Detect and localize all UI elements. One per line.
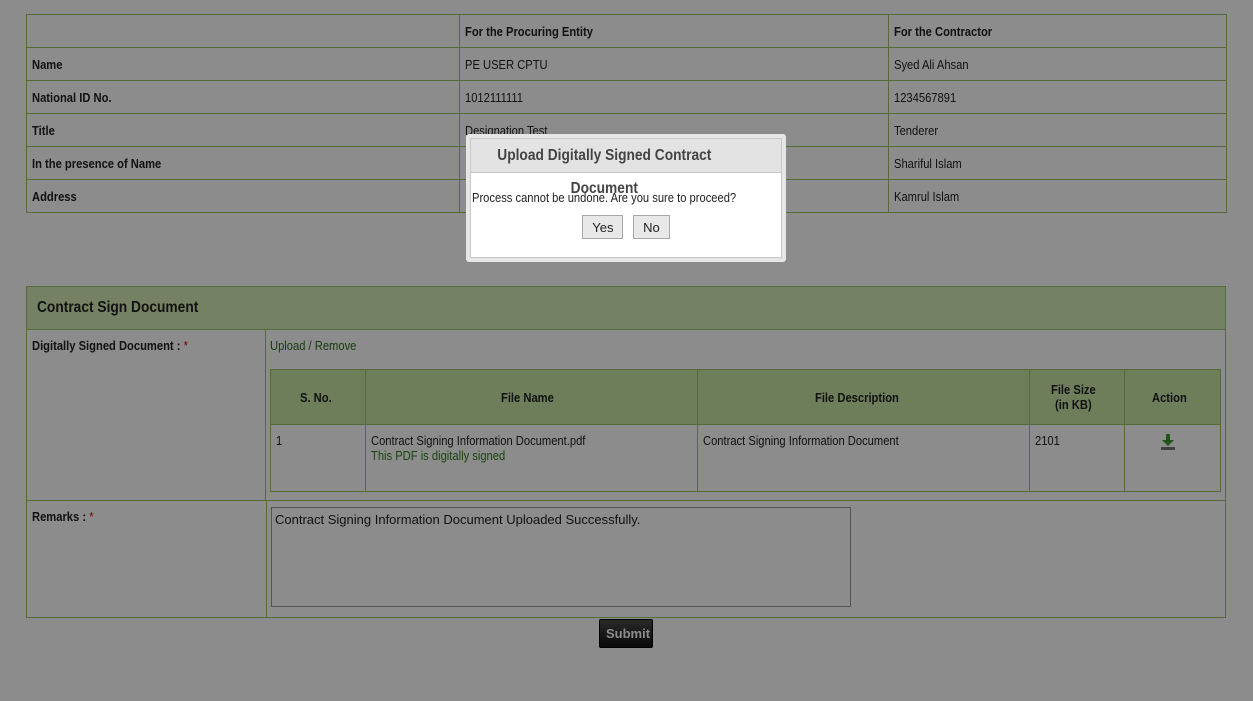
no-button[interactable]: No: [633, 215, 670, 239]
dialog-buttons: Yes No: [471, 215, 781, 239]
confirm-dialog: Upload Digitally Signed Contract Documen…: [466, 134, 786, 262]
yes-button[interactable]: Yes: [582, 215, 624, 239]
dialog-title: Upload Digitally Signed Contract Documen…: [471, 139, 781, 197]
modal-overlay: [0, 0, 1253, 701]
dialog-message: Process cannot be undone. Are you sure t…: [472, 190, 737, 205]
